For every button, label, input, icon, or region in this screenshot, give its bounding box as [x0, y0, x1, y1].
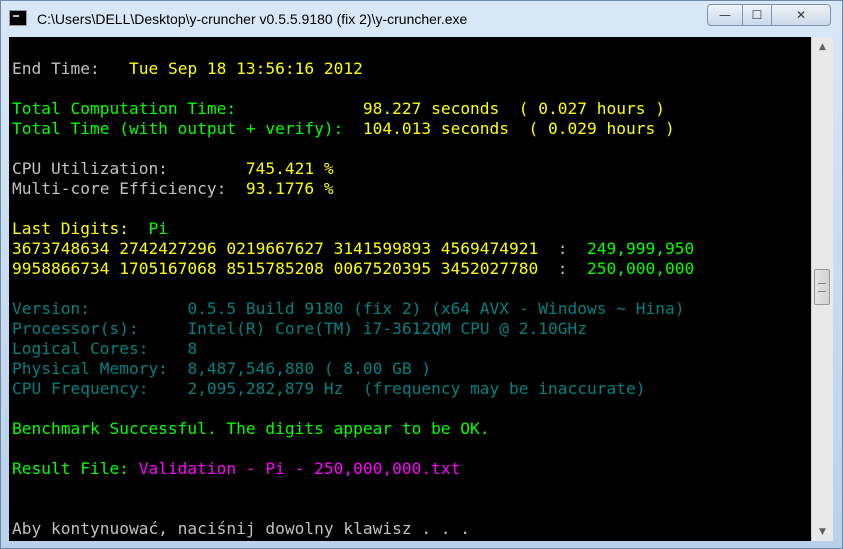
version-value: 0.5.5 Build 9180 (fix 2) (x64 AVX - Wind…: [187, 299, 685, 318]
maximize-icon: ☐: [751, 8, 763, 22]
continue-prompt: Aby kontynuować, naciśnij dowolny klawis…: [12, 519, 471, 538]
window-title: C:\Users\DELL\Desktop\y-cruncher v0.5.5.…: [37, 11, 468, 27]
multicore-efficiency-value: 93.1776 %: [245, 179, 334, 198]
end-time-value: Tue Sep 18 13:56:16 2012: [128, 59, 363, 78]
close-icon: ✕: [795, 8, 807, 22]
physical-memory-line: Physical Memory: 8,487,546,880 ( 8.00 GB…: [12, 359, 431, 379]
multicore-efficiency-line: Multi-core Efficiency: 93.1776 %: [12, 179, 334, 199]
logical-cores-value: 8: [187, 339, 198, 358]
total-computation-time-line: Total Computation Time: 98.227 seconds (…: [12, 99, 665, 119]
processor-value: Intel(R) Core(TM) i7-3612QM CPU @ 2.10GH…: [187, 319, 588, 338]
cpu-utilization-line: CPU Utilization: 745.421 %: [12, 159, 334, 179]
last-digits-label: Last Digits:: [12, 219, 129, 238]
benchmark-message: Benchmark Successful. The digits appear …: [12, 419, 490, 438]
total-time-value: 104.013 seconds ( 0.029 hours ): [362, 119, 675, 138]
console-window: C:\Users\DELL\Desktop\y-cruncher v0.5.5.…: [0, 0, 843, 549]
cpu-utilization-label: CPU Utilization:: [12, 159, 168, 178]
scroll-up-button[interactable]: ▲: [813, 38, 832, 55]
multicore-efficiency-label: Multi-core Efficiency:: [12, 179, 227, 198]
total-computation-time-label: Total Computation Time:: [12, 99, 237, 118]
chevron-down-icon: ▼: [819, 526, 826, 537]
minimize-button[interactable]: —: [707, 4, 743, 26]
digit-line: 3673748634 2742427296 0219667627 3141599…: [12, 239, 694, 259]
result-file-label: Result File:: [12, 459, 129, 478]
end-time-line: End Time: Tue Sep 18 13:56:16 2012: [12, 59, 363, 79]
result-file-name: Validation - Pi - 250,000,000.txt: [138, 459, 461, 478]
total-time-label: Total Time (with output + verify):: [12, 119, 344, 138]
processor-label: Processor(s):: [12, 319, 139, 338]
logical-cores-label: Logical Cores:: [12, 339, 149, 358]
digit-separator: :: [557, 259, 568, 278]
physical-memory-value: 8,487,546,880 ( 8.00 GB ): [187, 359, 432, 378]
result-file-line: Result File: Validation - Pi - 250,000,0…: [12, 459, 460, 479]
version-label: Version:: [12, 299, 90, 318]
digit-position: 249,999,950: [587, 239, 695, 258]
cpu-frequency-line: CPU Frequency: 2,095,282,879 Hz (frequen…: [12, 379, 646, 399]
chevron-up-icon: ▲: [819, 41, 826, 52]
digit-position: 250,000,000: [587, 259, 695, 278]
processor-line: Processor(s): Intel(R) Core(TM) i7-3612Q…: [12, 319, 587, 339]
last-digits-line: Last Digits: Pi: [12, 219, 168, 239]
console-output[interactable]: End Time: Tue Sep 18 13:56:16 2012 Total…: [9, 37, 811, 541]
close-button[interactable]: ✕: [771, 4, 831, 26]
total-computation-time-value: 98.227 seconds ( 0.027 hours ): [362, 99, 665, 118]
last-digits-constant: Pi: [148, 219, 168, 238]
scrollbar-thumb[interactable]: [814, 269, 830, 305]
cpu-frequency-label: CPU Frequency:: [12, 379, 149, 398]
digit-block: 3673748634 2742427296 0219667627 3141599…: [12, 239, 539, 258]
title-bar[interactable]: C:\Users\DELL\Desktop\y-cruncher v0.5.5.…: [1, 1, 842, 37]
minimize-icon: —: [719, 8, 731, 22]
maximize-button[interactable]: ☐: [742, 4, 772, 26]
cpu-utilization-value: 745.421 %: [245, 159, 334, 178]
scroll-down-button[interactable]: ▼: [813, 523, 832, 540]
version-line: Version: 0.5.5 Build 9180 (fix 2) (x64 A…: [12, 299, 684, 319]
total-time-line: Total Time (with output + verify): 104.0…: [12, 119, 675, 139]
console-app-icon[interactable]: [9, 10, 27, 26]
cpu-frequency-value: 2,095,282,879 Hz (frequency may be inacc…: [187, 379, 646, 398]
logical-cores-line: Logical Cores: 8: [12, 339, 197, 359]
vertical-scrollbar[interactable]: ▲ ▼: [811, 37, 833, 541]
digit-separator: :: [557, 239, 568, 258]
digit-line: 9958866734 1705167068 8515785208 0067520…: [12, 259, 694, 279]
end-time-label: End Time:: [12, 59, 100, 78]
physical-memory-label: Physical Memory:: [12, 359, 168, 378]
digit-block: 9958866734 1705167068 8515785208 0067520…: [12, 259, 539, 278]
